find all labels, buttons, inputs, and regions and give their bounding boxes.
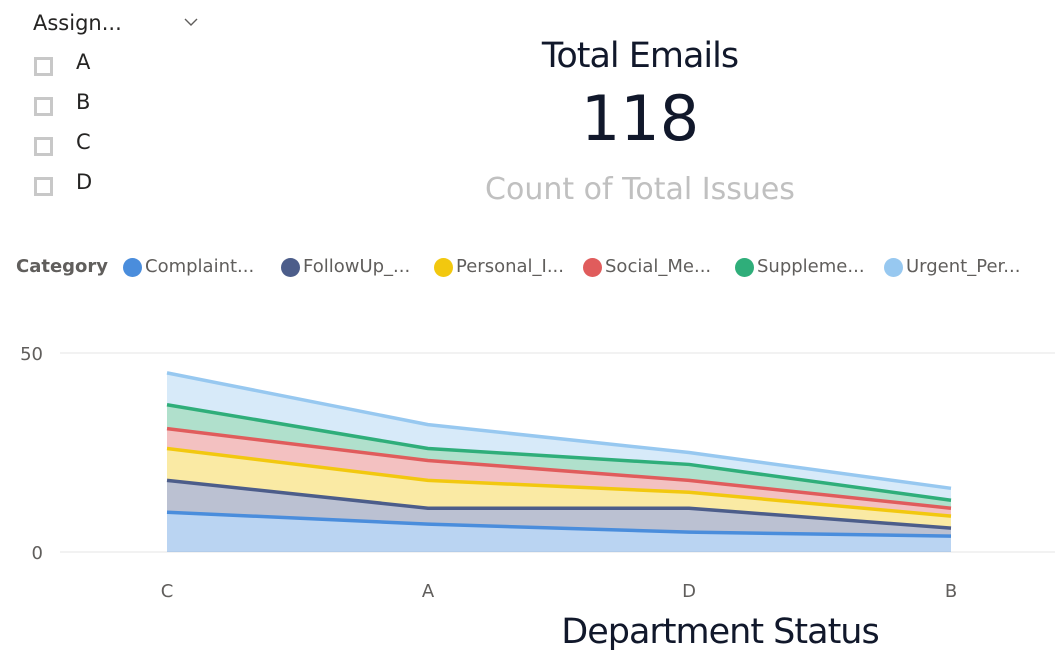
legend-dot bbox=[281, 258, 300, 277]
legend-dot bbox=[583, 258, 602, 277]
y-tick-label: 0 bbox=[32, 543, 43, 564]
x-axis-title: Department Status bbox=[561, 612, 879, 652]
legend-label: FollowUp_... bbox=[303, 256, 411, 277]
legend-dot bbox=[735, 258, 754, 277]
legend-label: Urgent_Per... bbox=[906, 256, 1021, 277]
legend-dot bbox=[434, 258, 453, 277]
legend-label: Suppleme... bbox=[757, 256, 865, 277]
legend-dot bbox=[884, 258, 903, 277]
legend-dot bbox=[123, 258, 142, 277]
area-chart: 0 50 C A D B bbox=[20, 344, 1055, 602]
x-tick-label: D bbox=[682, 581, 696, 602]
legend-label: Personal_I... bbox=[456, 256, 564, 277]
legend-title: Category bbox=[16, 256, 109, 277]
x-tick-label: A bbox=[422, 581, 435, 602]
x-tick-label: B bbox=[945, 581, 957, 602]
y-tick-label: 50 bbox=[20, 344, 43, 365]
x-tick-label: C bbox=[161, 581, 174, 602]
legend-label: Social_Me... bbox=[605, 256, 712, 277]
legend-label: Complaint... bbox=[145, 256, 255, 277]
